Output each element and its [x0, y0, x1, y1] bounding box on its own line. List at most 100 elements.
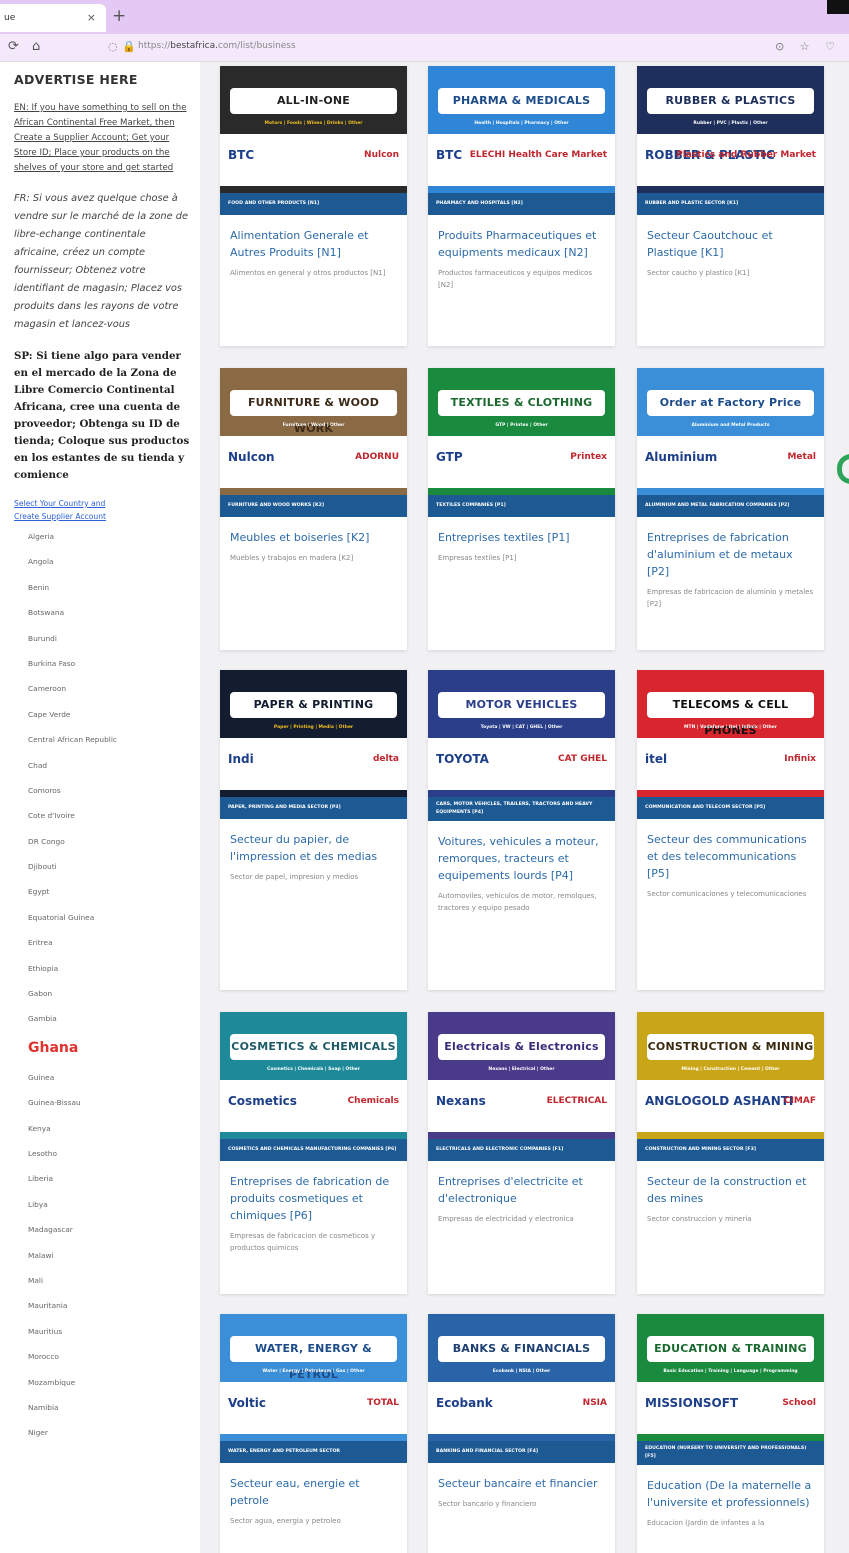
category-card[interactable]: MOTOR VEHICLES Toyota | VW | CAT | GHEL |… — [428, 670, 615, 990]
country-item[interactable]: Burkina Faso — [28, 651, 190, 676]
country-item[interactable]: Eritrea — [28, 930, 190, 955]
create-supplier-link[interactable]: Create Supplier Account — [14, 511, 190, 522]
category-card[interactable]: PAPER & PRINTING Paper | Printing | Media… — [220, 670, 407, 990]
country-item[interactable]: Gabon — [28, 981, 190, 1006]
country-item[interactable]: Comoros — [28, 778, 190, 803]
country-item[interactable]: Morocco — [28, 1344, 190, 1369]
country-item[interactable]: Ethiopia — [28, 956, 190, 981]
category-card[interactable]: Electricals & Electronics Nexans | Electr… — [428, 1012, 615, 1294]
country-item[interactable]: Equatorial Guinea — [28, 905, 190, 930]
card-title[interactable]: Produits Pharmaceutiques et equipments m… — [438, 227, 605, 261]
country-item[interactable]: Niger — [28, 1420, 190, 1445]
card-title[interactable]: Secteur bancaire et financier — [438, 1475, 605, 1492]
toolbar-icons[interactable]: ⊙ ☆ ♡ — [775, 40, 841, 53]
card-title[interactable]: Secteur Caoutchouc et Plastique [K1] — [647, 227, 814, 261]
country-item[interactable]: Liberia — [28, 1166, 190, 1191]
lock-icon[interactable]: 🔒 — [122, 40, 136, 53]
browser-tab[interactable]: ue × — [0, 4, 106, 32]
card-banner-image[interactable]: CONSTRUCTION & MINING Mining | Constructi… — [637, 1012, 824, 1139]
country-item[interactable]: Algeria — [28, 524, 190, 549]
chat-widget-icon[interactable] — [837, 454, 849, 484]
shield-icon[interactable]: ◌ — [108, 40, 118, 53]
country-item[interactable]: Botswana — [28, 600, 190, 625]
category-card[interactable]: COSMETICS & CHEMICALS Cosmetics | Chemica… — [220, 1012, 407, 1294]
country-item[interactable]: Libya — [28, 1192, 190, 1217]
country-item[interactable]: Angola — [28, 549, 190, 574]
country-item[interactable]: Egypt — [28, 879, 190, 904]
category-card[interactable]: ALL-IN-ONE Motors | Foods | Wines | Drink… — [220, 66, 407, 346]
card-body: Entreprises textiles [P1] Empresas textil… — [428, 517, 615, 578]
reload-icon[interactable]: ⟳ — [8, 39, 19, 54]
country-item[interactable]: Malawi — [28, 1243, 190, 1268]
close-icon[interactable]: × — [87, 11, 96, 24]
category-card[interactable]: WATER, ENERGY & PETROL Water | Energy | P… — [220, 1314, 407, 1553]
url-bar[interactable]: https://bestafrica.com/list/business — [138, 41, 296, 51]
country-item[interactable]: Cote d'Ivoire — [28, 803, 190, 828]
card-banner-image[interactable]: WATER, ENERGY & PETROL Water | Energy | P… — [220, 1314, 407, 1441]
card-banner-image[interactable]: PHARMA & MEDICALS Health | Hospitals | Ph… — [428, 66, 615, 193]
card-title[interactable]: Secteur de la construction et des mines — [647, 1173, 814, 1207]
advert-text-en[interactable]: EN: If you have something to sell on the… — [14, 101, 190, 176]
card-banner-image[interactable]: TEXTILES & CLOTHING GTP | Printex | Other… — [428, 368, 615, 495]
country-item[interactable]: Cape Verde — [28, 702, 190, 727]
category-card[interactable]: Order at Factory Price Aluminium and Meta… — [637, 368, 824, 650]
card-title[interactable]: Entreprises d'electricite et d'electroni… — [438, 1173, 605, 1207]
card-banner-image[interactable]: FURNITURE & WOOD WORK Furniture | Wood | … — [220, 368, 407, 495]
country-item[interactable]: Lesotho — [28, 1141, 190, 1166]
category-card[interactable]: TELECOMS & CELL PHONES MTN | Vodafone | i… — [637, 670, 824, 990]
country-item[interactable]: Gambia — [28, 1006, 190, 1031]
country-item[interactable]: Central African Republic — [28, 727, 190, 752]
card-title[interactable]: Entreprises textiles [P1] — [438, 529, 605, 546]
country-item[interactable]: Chad — [28, 753, 190, 778]
category-card[interactable]: FURNITURE & WOOD WORK Furniture | Wood | … — [220, 368, 407, 650]
card-title[interactable]: Entreprises de fabrication d'aluminium e… — [647, 529, 814, 580]
card-banner-image[interactable]: ALL-IN-ONE Motors | Foods | Wines | Drink… — [220, 66, 407, 193]
category-card[interactable]: PHARMA & MEDICALS Health | Hospitals | Ph… — [428, 66, 615, 346]
country-item[interactable]: Namibia — [28, 1395, 190, 1420]
country-item[interactable]: Mauritius — [28, 1319, 190, 1344]
card-banner-image[interactable]: Order at Factory Price Aluminium and Meta… — [637, 368, 824, 495]
card-body: Secteur de la construction et des mines S… — [637, 1161, 824, 1239]
country-item[interactable]: Burundi — [28, 626, 190, 651]
card-banner-image[interactable]: BANKS & FINANCIALS Ecobank | NSIA | Other… — [428, 1314, 615, 1441]
new-tab-button[interactable]: + — [112, 6, 126, 26]
card-title[interactable]: Meubles et boiseries [K2] — [230, 529, 397, 546]
country-item[interactable]: Guinea — [28, 1065, 190, 1090]
card-banner-image[interactable]: PAPER & PRINTING Paper | Printing | Media… — [220, 670, 407, 797]
country-item[interactable]: Djibouti — [28, 854, 190, 879]
country-item[interactable]: Kenya — [28, 1116, 190, 1141]
card-banner-image[interactable]: RUBBER & PLASTICS Rubber | PVC | Plastic … — [637, 66, 824, 193]
banner-subtitle: MTN | Vodafone | itel | Infinix | Other — [684, 725, 777, 730]
card-banner-image[interactable]: COSMETICS & CHEMICALS Cosmetics | Chemica… — [220, 1012, 407, 1139]
select-country-link[interactable]: Select Your Country and — [14, 498, 190, 509]
category-card[interactable]: BANKS & FINANCIALS Ecobank | NSIA | Other… — [428, 1314, 615, 1553]
home-icon[interactable]: ⌂ — [32, 39, 40, 54]
card-banner-image[interactable]: Electricals & Electronics Nexans | Electr… — [428, 1012, 615, 1139]
category-card[interactable]: RUBBER & PLASTICS Rubber | PVC | Plastic … — [637, 66, 824, 346]
country-item[interactable]: Mozambique — [28, 1370, 190, 1395]
card-title[interactable]: Voitures, vehicules a moteur, remorques,… — [438, 833, 605, 884]
country-item[interactable]: Cameroon — [28, 676, 190, 701]
card-title[interactable]: Secteur des communications et des teleco… — [647, 831, 814, 882]
banner-subtitle: Mining | Construction | Cement | Other — [681, 1067, 780, 1072]
card-banner-image[interactable]: TELECOMS & CELL PHONES MTN | Vodafone | i… — [637, 670, 824, 797]
country-item[interactable]: Madagascar — [28, 1217, 190, 1242]
banner-subtitle: Water | Energy | Petroleum | Gas | Other — [262, 1369, 365, 1374]
country-item[interactable]: Guinea-Bissau — [28, 1090, 190, 1115]
country-item[interactable]: Ghana — [28, 1032, 190, 1065]
card-title[interactable]: Secteur eau, energie et petrole — [230, 1475, 397, 1509]
category-card[interactable]: CONSTRUCTION & MINING Mining | Constructi… — [637, 1012, 824, 1294]
country-item[interactable]: Mauritania — [28, 1293, 190, 1318]
country-item[interactable]: DR Congo — [28, 829, 190, 854]
card-banner-image[interactable]: EDUCATION & TRAINING Basic Education | Tr… — [637, 1314, 824, 1441]
brand-logo: School — [782, 1398, 816, 1408]
country-item[interactable]: Benin — [28, 575, 190, 600]
category-card[interactable]: TEXTILES & CLOTHING GTP | Printex | Other… — [428, 368, 615, 650]
card-title[interactable]: Secteur du papier, de l'impression et de… — [230, 831, 397, 865]
card-title[interactable]: Entreprises de fabrication de produits c… — [230, 1173, 397, 1224]
card-banner-image[interactable]: MOTOR VEHICLES Toyota | VW | CAT | GHEL |… — [428, 670, 615, 797]
country-item[interactable]: Mali — [28, 1268, 190, 1293]
card-title[interactable]: Education (De la maternelle a l'universi… — [647, 1477, 814, 1511]
card-title[interactable]: Alimentation Generale et Autres Produits… — [230, 227, 397, 261]
category-card[interactable]: EDUCATION & TRAINING Basic Education | Tr… — [637, 1314, 824, 1553]
